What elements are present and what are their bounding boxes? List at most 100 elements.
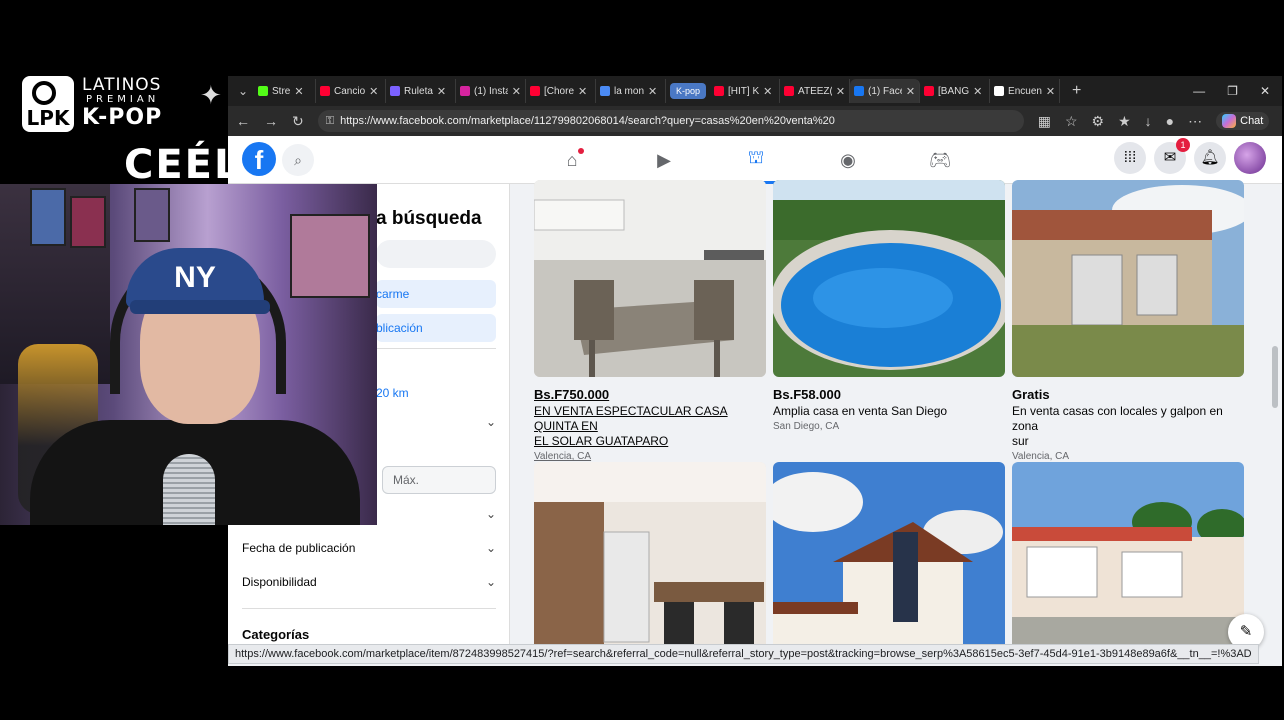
listing-card[interactable]: Bs.F750.000 EN VENTA ESPECTACULAR CASA Q… <box>534 180 766 462</box>
profile-icon[interactable]: ● <box>1166 113 1174 129</box>
nav-home-icon[interactable]: ⌂ <box>526 136 618 184</box>
cap-brim <box>130 300 270 314</box>
browser-tab[interactable]: (1) Insta ✕ <box>456 79 526 103</box>
lpk-badge-text: LPK <box>26 106 70 130</box>
address-bar: ← → ↻ ⚿ https://www.facebook.com/marketpl… <box>228 106 1282 136</box>
logo-line-3: K-POP <box>82 105 163 130</box>
listing-title-line: EN VENTA ESPECTACULAR CASA QUINTA EN <box>534 404 728 433</box>
downloads-icon[interactable]: ↓ <box>1145 113 1152 129</box>
page-scrollbar[interactable] <box>1272 346 1278 408</box>
app-available-icon[interactable]: ▦ <box>1038 113 1051 130</box>
sidebar-search-input[interactable] <box>376 240 496 268</box>
tab-list-chevron-icon[interactable]: ⌄ <box>232 84 254 98</box>
close-tab-icon[interactable]: ✕ <box>906 85 915 98</box>
listing-card[interactable] <box>773 462 1005 659</box>
listing-card[interactable]: Gratis En venta casas con locales y galp… <box>1012 180 1244 462</box>
copilot-chat-button[interactable]: Chat <box>1216 112 1270 130</box>
search-icon[interactable]: ⌕ <box>282 144 314 176</box>
menu-grid-icon[interactable]: ⁞⁞⁞ <box>1114 142 1146 174</box>
listing-card[interactable]: Bs.F58.000 Amplia casa en venta San Dieg… <box>773 180 1005 432</box>
max-price-input[interactable]: Máx. <box>382 466 496 494</box>
browser-tab[interactable]: Encuen ✕ <box>990 79 1061 103</box>
browser-tab[interactable]: Ruleta ✕ <box>386 79 456 103</box>
youtube-icon <box>530 86 540 96</box>
back-icon[interactable]: ← <box>236 113 250 129</box>
facebook-logo[interactable]: f <box>242 142 276 176</box>
browser-tab[interactable]: (1) Face ✕ <box>850 79 921 103</box>
listing-title-line: En venta casas con locales y galpon en z… <box>1012 404 1223 433</box>
browser-tab[interactable]: Stre ✕ <box>254 79 316 103</box>
close-tab-icon[interactable]: ✕ <box>836 85 845 98</box>
favorites-icon[interactable]: ★ <box>1118 113 1131 130</box>
browser-tab[interactable]: Cancio ✕ <box>316 79 386 103</box>
favorite-star-icon[interactable]: ☆ <box>1065 113 1078 130</box>
filter-fecha[interactable]: Fecha de publicación ⌄ <box>242 536 496 560</box>
close-tab-icon[interactable]: ✕ <box>973 85 982 98</box>
forward-icon[interactable]: → <box>264 113 278 129</box>
sidebar-link-1[interactable]: carme <box>376 280 496 308</box>
listing-photo-villa[interactable] <box>773 462 1005 659</box>
tab-label: Cancio <box>334 85 366 97</box>
site-info-icon[interactable]: ⚿ <box>326 115 334 127</box>
tab-group-label[interactable]: K-pop <box>670 83 707 99</box>
filter-disponibilidad-label: Disponibilidad <box>242 575 317 589</box>
tab-label: (1) Face <box>868 85 902 97</box>
notification-dot <box>578 148 584 154</box>
nav-gaming-icon[interactable]: 🎮︎ <box>894 136 986 184</box>
listing-photo-house[interactable] <box>1012 462 1244 659</box>
close-tab-icon[interactable]: ✕ <box>648 85 657 98</box>
wheel-icon <box>390 86 400 96</box>
filter-disponibilidad[interactable]: Disponibilidad ⌄ <box>242 570 496 594</box>
tiktok-icon <box>994 86 1005 96</box>
chevron-down-icon: ⌄ <box>485 507 496 521</box>
listing-price: Bs.F750.000 <box>534 387 610 402</box>
browser-tab[interactable]: [HIT] K ✕ <box>710 79 781 103</box>
chevron-down-icon: ⌄ <box>485 541 496 555</box>
extensions-icon[interactable]: ⚙ <box>1092 113 1105 130</box>
tab-label: la mon <box>614 85 645 97</box>
close-tab-icon[interactable]: ✕ <box>1046 85 1055 98</box>
listing-photo-interior[interactable] <box>534 462 766 659</box>
chat-label: Chat <box>1240 115 1264 127</box>
more-icon[interactable]: ⋯ <box>1188 113 1202 130</box>
listing-card[interactable] <box>1012 462 1244 659</box>
close-tab-icon[interactable]: ✕ <box>512 85 521 98</box>
listing-location: San Diego, CA <box>773 421 840 432</box>
radius-link[interactable]: 20 km <box>376 386 409 400</box>
browser-tab[interactable]: ATEEZ(✕ <box>780 79 851 103</box>
minimize-icon[interactable]: — <box>1193 84 1205 98</box>
close-tab-icon[interactable]: ✕ <box>578 85 587 98</box>
address-bar-icons: ▦ ☆ ⚙ ★ ↓ ● ⋯ Chat <box>1038 112 1270 130</box>
nav-groups-icon[interactable]: ◉ <box>802 136 894 184</box>
sidebar-link-2[interactable]: blicación <box>376 314 496 342</box>
close-tab-icon[interactable]: ✕ <box>369 85 378 98</box>
listing-location: Valencia, CA <box>534 451 592 462</box>
browser-window: ⌄ Stre ✕ Cancio ✕ Ruleta ✕ (1) Insta ✕ [Chore ✕ la… <box>228 76 1282 666</box>
listing-photo-pool[interactable] <box>773 180 1005 377</box>
listing-card[interactable] <box>534 462 766 659</box>
url-field[interactable]: ⚿ https://www.facebook.com/marketplace/11… <box>317 110 1024 132</box>
chevron-down-icon: ⌄ <box>485 575 496 589</box>
close-window-icon[interactable]: ✕ <box>1260 84 1270 98</box>
nav-video-icon[interactable]: ▶ <box>618 136 710 184</box>
reload-icon[interactable]: ↻ <box>292 113 304 130</box>
close-tab-icon[interactable]: ✕ <box>763 85 772 98</box>
stream-overlay-text: CEÉL <box>124 142 242 188</box>
browser-tab[interactable]: [Chore ✕ <box>526 79 596 103</box>
account-avatar[interactable] <box>1234 142 1266 174</box>
listing-photo-building[interactable] <box>1012 180 1244 377</box>
screen: LPK LATINOS PREMIAN K-POP ✦ ⌄ Stre ✕ Canci… <box>0 0 1284 720</box>
messenger-icon[interactable]: ✉ 1 <box>1154 138 1190 174</box>
listing-photo-kitchen[interactable] <box>534 180 766 377</box>
notifications-bell-icon[interactable]: 🔔︎ <box>1194 142 1226 174</box>
new-tab-button[interactable]: + <box>1060 82 1093 100</box>
close-tab-icon[interactable]: ✕ <box>294 85 303 98</box>
poster <box>30 188 66 246</box>
url-text: https://www.facebook.com/marketplace/112… <box>340 115 835 127</box>
close-tab-icon[interactable]: ✕ <box>437 85 446 98</box>
restore-icon[interactable]: ❐ <box>1227 84 1238 98</box>
browser-tab[interactable]: [BANG ✕ <box>920 79 991 103</box>
nav-marketplace-icon[interactable]: ⛫ <box>710 136 802 184</box>
browser-tab[interactable]: la mon ✕ <box>596 79 666 103</box>
categories-heading: Categorías <box>242 627 310 642</box>
